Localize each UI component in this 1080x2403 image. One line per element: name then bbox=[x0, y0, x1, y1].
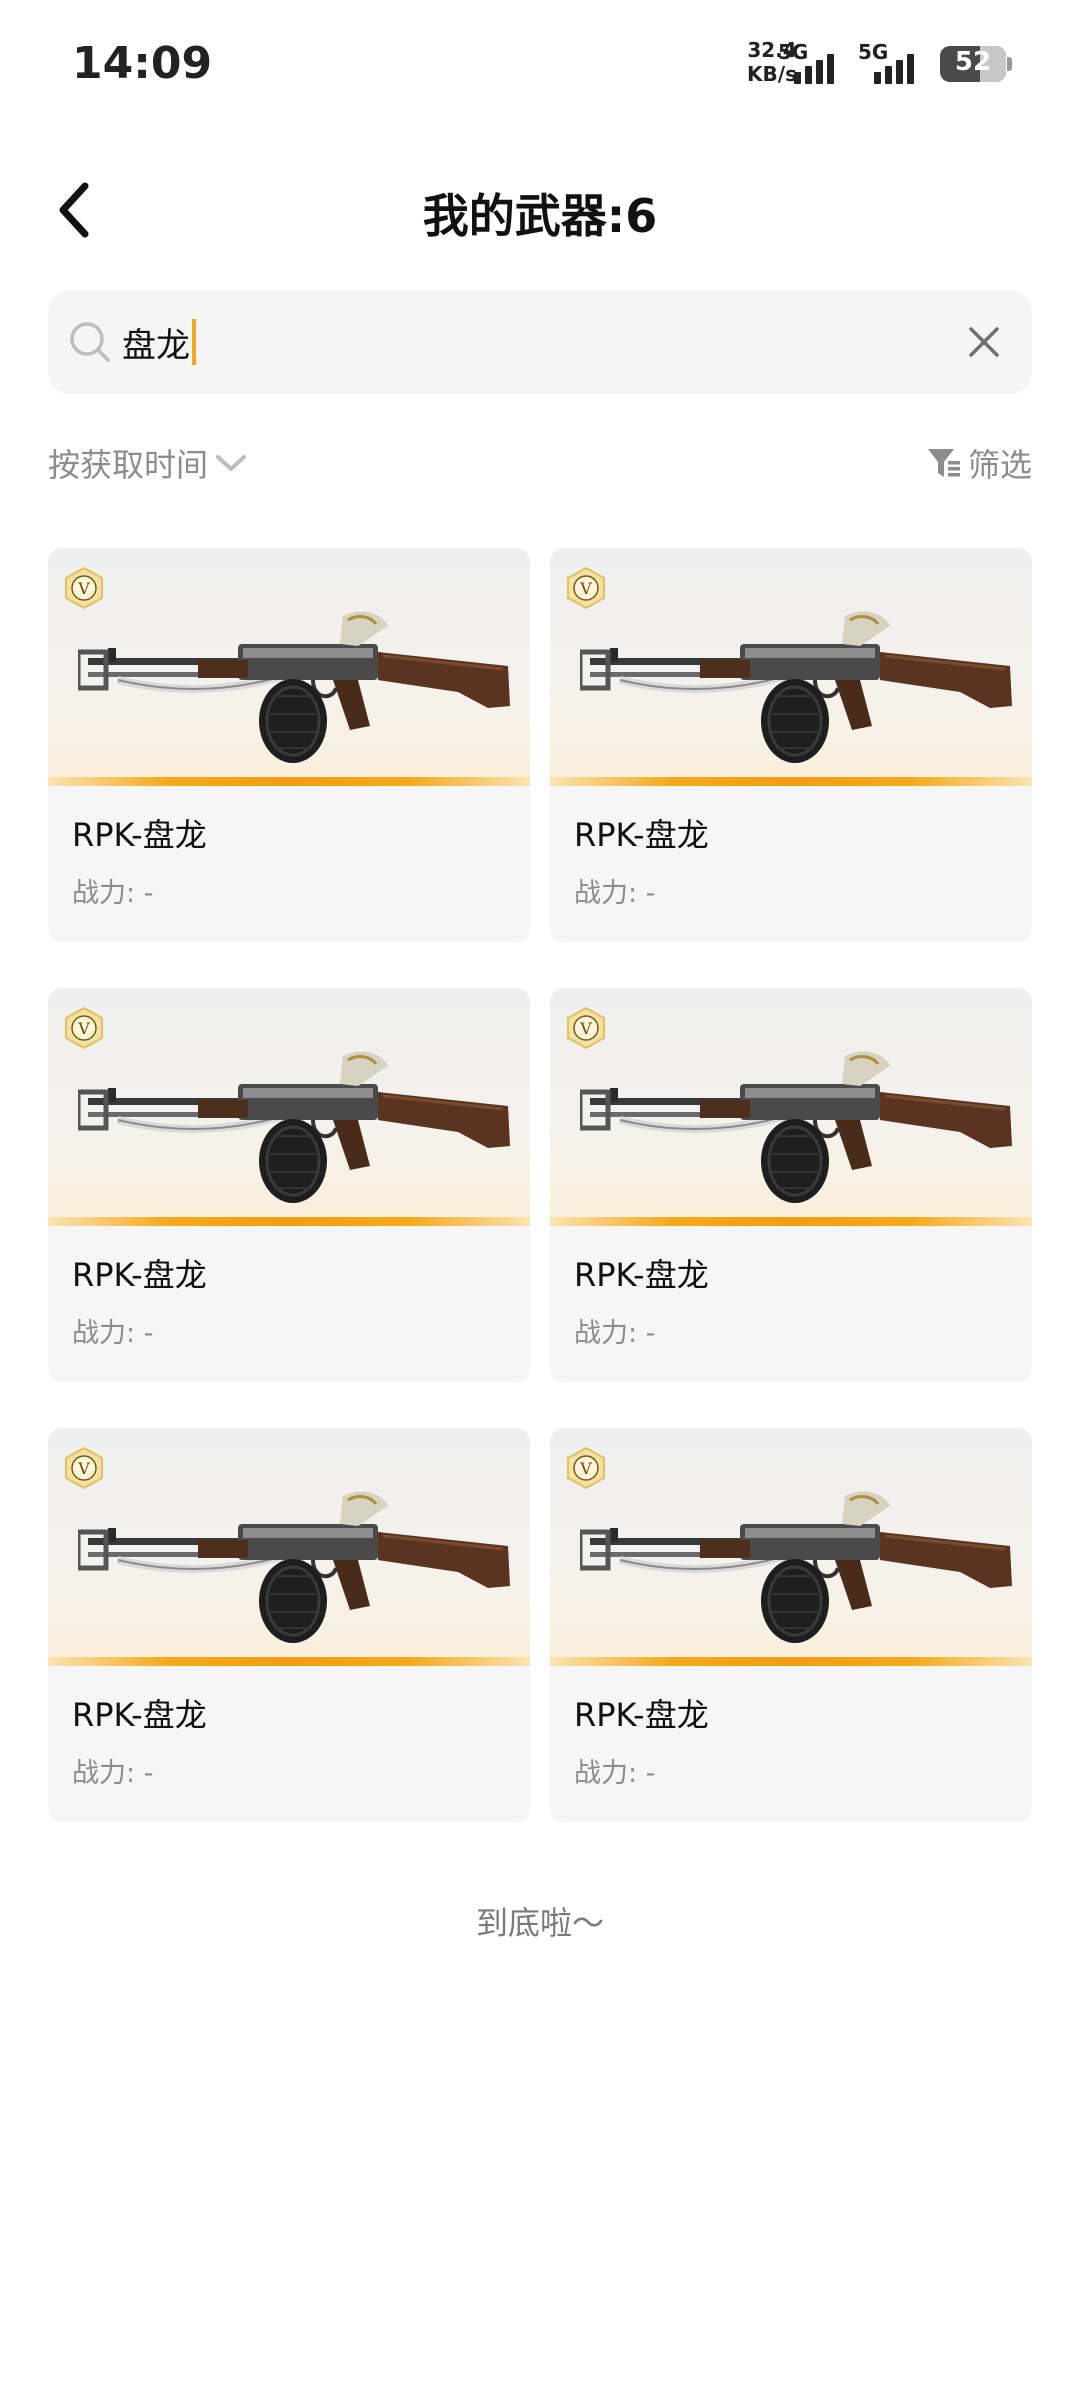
signal-1-icon: 5G bbox=[778, 40, 838, 84]
weapon-image: V bbox=[550, 988, 1032, 1226]
weapon-card[interactable]: V RPK-盘龙 战力: - bbox=[550, 988, 1032, 1382]
search-input-value: 盘龙 bbox=[122, 325, 190, 366]
status-time: 14:09 bbox=[72, 38, 213, 89]
search-box[interactable]: 盘龙 bbox=[48, 290, 1032, 394]
search-icon bbox=[70, 322, 110, 362]
page-title: 我的武器:6 bbox=[422, 189, 658, 243]
end-of-list-text: 到底啦～ bbox=[475, 1904, 604, 1942]
filter-button[interactable]: 筛选 bbox=[926, 440, 1032, 486]
weapon-power: 战力: - bbox=[72, 1758, 154, 1789]
rarity-stripe bbox=[48, 1657, 530, 1666]
rarity-stripe bbox=[48, 1217, 530, 1226]
weapon-power: 战力: - bbox=[72, 878, 154, 909]
weapon-card[interactable]: V RPK-盘龙 战力: - bbox=[48, 1428, 530, 1822]
rifle-icon bbox=[78, 1036, 518, 1216]
clear-search-button[interactable] bbox=[962, 320, 1006, 364]
weapon-name: RPK-盘龙 bbox=[574, 816, 709, 854]
weapon-power: 战力: - bbox=[574, 1758, 656, 1789]
rifle-icon bbox=[580, 1036, 1020, 1216]
weapon-card[interactable]: V RPK-盘龙 战力: - bbox=[550, 548, 1032, 942]
battery-icon: 52 bbox=[940, 46, 1012, 82]
rarity-stripe bbox=[550, 1217, 1032, 1226]
weapon-name: RPK-盘龙 bbox=[72, 1696, 207, 1734]
chevron-down-icon bbox=[216, 455, 247, 471]
weapons-page: 14:09 32.4 KB/s 5G 5G 52 我的武器:6 盘龙 按获取时间… bbox=[0, 0, 1080, 2403]
battery-level: 52 bbox=[954, 47, 992, 77]
rarity-stripe bbox=[550, 777, 1032, 786]
weapon-power: 战力: - bbox=[574, 878, 656, 909]
sort-dropdown[interactable]: 按获取时间 bbox=[48, 440, 248, 486]
search-input[interactable]: 盘龙 bbox=[122, 314, 196, 370]
rifle-icon bbox=[580, 1476, 1020, 1656]
filter-icon bbox=[927, 449, 960, 477]
weapon-image: V bbox=[550, 548, 1032, 786]
weapon-power: 战力: - bbox=[72, 1318, 154, 1349]
rifle-icon bbox=[580, 596, 1020, 776]
weapon-power: 战力: - bbox=[574, 1318, 656, 1349]
weapon-image: V bbox=[48, 1428, 530, 1666]
weapon-image: V bbox=[48, 548, 530, 786]
weapon-grid: V RPK-盘龙 战力: - V RPK-盘龙 战力: - V RPK-盘龙 战… bbox=[48, 548, 1032, 1822]
weapon-name: RPK-盘龙 bbox=[574, 1256, 709, 1294]
weapon-card[interactable]: V RPK-盘龙 战力: - bbox=[550, 1428, 1032, 1822]
text-cursor bbox=[192, 319, 196, 365]
sort-label: 按获取时间 bbox=[48, 446, 209, 484]
weapon-image: V bbox=[550, 1428, 1032, 1666]
weapon-name: RPK-盘龙 bbox=[574, 1696, 709, 1734]
status-bar: 14:09 32.4 KB/s 5G 5G 52 bbox=[0, 0, 1080, 130]
rifle-icon bbox=[78, 596, 518, 776]
filter-label: 筛选 bbox=[967, 446, 1032, 484]
weapon-name: RPK-盘龙 bbox=[72, 1256, 207, 1294]
weapon-name: RPK-盘龙 bbox=[72, 816, 207, 854]
rarity-stripe bbox=[550, 1657, 1032, 1666]
rarity-stripe bbox=[48, 777, 530, 786]
weapon-card[interactable]: V RPK-盘龙 战力: - bbox=[48, 548, 530, 942]
rifle-icon bbox=[78, 1476, 518, 1656]
signal-2-icon: 5G bbox=[858, 40, 918, 84]
weapon-card[interactable]: V RPK-盘龙 战力: - bbox=[48, 988, 530, 1382]
weapon-image: V bbox=[48, 988, 530, 1226]
